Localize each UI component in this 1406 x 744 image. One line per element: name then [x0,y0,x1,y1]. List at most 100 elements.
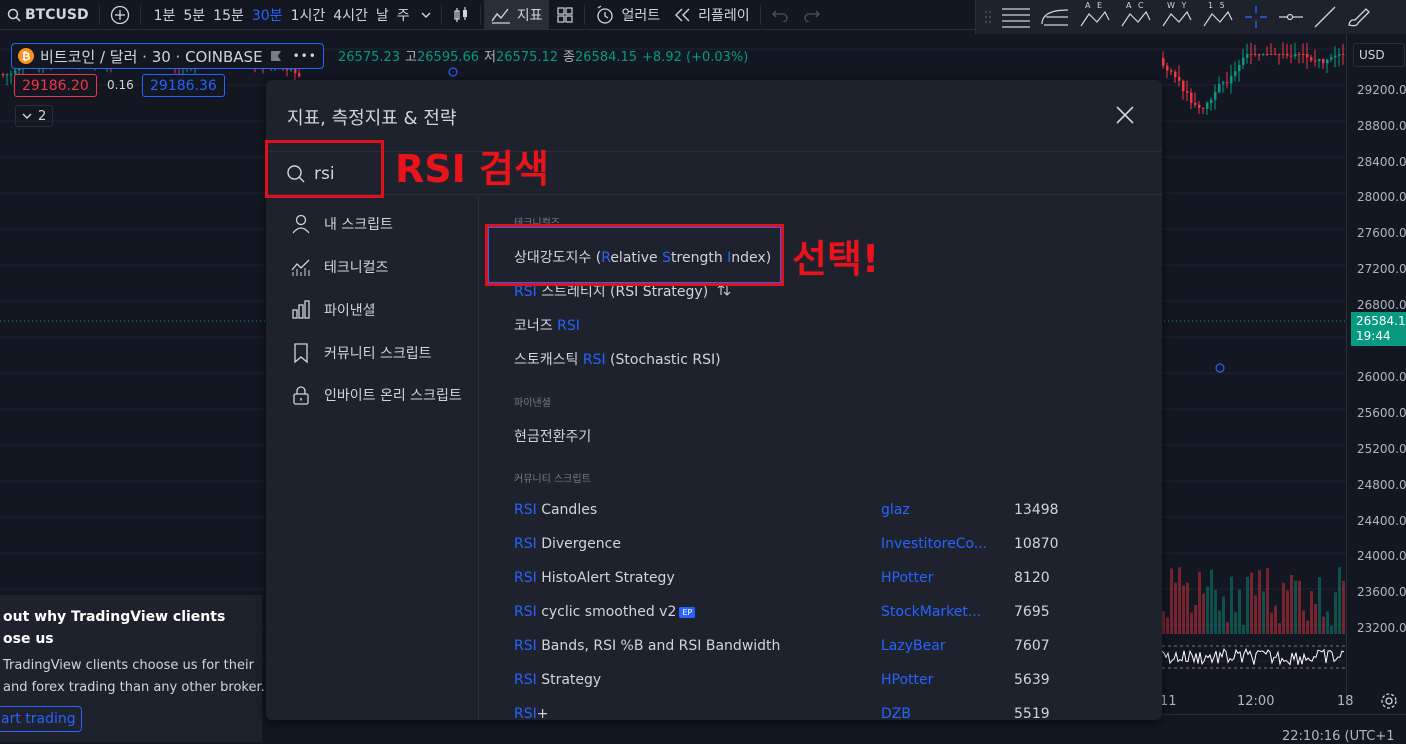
drag-handle-icon[interactable] [984,10,992,24]
pattern-tool-letters: A E [1085,1,1105,10]
more-icon[interactable]: ••• [293,49,317,63]
volume-bar [1262,591,1265,634]
nav-community-scripts[interactable]: 커뮤니티 스크립트 [290,341,432,365]
chart-type-button[interactable] [445,0,477,30]
result-stochastic-rsi[interactable]: 스토캐스틱 RSI (Stochastic RSI) [514,349,721,369]
replay-button[interactable]: 리플레이 [667,0,757,30]
divider [440,4,442,25]
layouts-button[interactable] [549,0,581,30]
pattern-tool-4[interactable]: 1 5 [1202,1,1234,30]
fib-channel-icon[interactable] [1040,6,1070,28]
search-annotation: RSI 검색 [395,147,549,191]
indicators-button[interactable]: 지표 [483,0,550,30]
brush-icon[interactable] [1346,6,1372,28]
pattern-tool-3[interactable]: W Y [1161,1,1193,30]
author-link[interactable]: glaz [881,502,910,518]
symbol-search-button[interactable]: BTCUSD [0,0,96,30]
pattern-tool-1[interactable]: A E [1079,1,1111,30]
volume-bar [1258,570,1261,634]
usage-count: 10870 [1014,536,1059,552]
highlight: RSI [514,638,537,654]
section-financials: 파이낸셜 [514,398,551,409]
fib-retracement-icon[interactable] [1001,6,1031,28]
timeframe-6[interactable]: 날 [372,0,393,30]
ohlc-value: 26575.23 [338,50,401,65]
nav-technicals[interactable]: 테크니컬즈 [290,255,388,279]
redo-button[interactable] [796,0,828,30]
indicator-collapse-button[interactable]: 2 [15,105,54,127]
author-link[interactable]: LazyBear [881,638,946,654]
author-link[interactable]: HPotter [881,570,933,586]
settings-gear-icon[interactable] [1380,692,1398,710]
volume-bar [1226,621,1229,634]
timeframe-dropdown[interactable] [414,0,438,30]
result-connors-rsi[interactable]: 코너즈 RSI [514,315,580,335]
undo-button[interactable] [764,0,796,30]
result-cash-conversion-cycle[interactable]: 현금전환주기 [514,426,591,446]
highlight: RSI [582,352,606,368]
timeframe-3[interactable]: 30분 [248,0,287,30]
result-name[interactable]: RSI+ [514,706,548,720]
timeframe-4[interactable]: 1시간 [287,0,330,30]
promo-title: out why TradingView clients [3,609,226,625]
candle-body [1298,54,1301,55]
volume-bar [1162,611,1165,634]
flag-icon[interactable] [269,49,283,63]
time-axis[interactable]: 11 12:00 18 [1160,692,1354,714]
price-tick: 23200.00 [1357,621,1406,635]
volume-bar [1182,585,1185,634]
timeframe-7[interactable]: 주 [393,0,414,30]
price-axis[interactable]: USD 29200.00 28800.00 28400.00 28000.00 2760… [1346,34,1406,709]
divider [584,4,586,25]
nav-invite-only-scripts[interactable]: 인바이트 온리 스크립트 [290,383,462,407]
bar-chart-icon [292,300,310,319]
trend-line-icon[interactable] [1313,5,1337,29]
result-name[interactable]: RSI Strategy [514,672,601,688]
candle-body [1338,54,1341,56]
ohlc-key: 저 [484,50,496,65]
chevron-down-icon [421,12,431,18]
volume-bar [1190,612,1193,634]
timeframe-2[interactable]: 15분 [209,0,248,30]
usage-count: 8120 [1014,570,1050,586]
nav-my-scripts[interactable]: 내 스크립트 [290,212,393,236]
horizontal-ray-icon[interactable] [1278,10,1304,24]
start-trading-button[interactable]: art trading [0,706,82,732]
close-icon[interactable] [1114,104,1136,126]
result-name[interactable]: RSI Divergence [514,536,621,552]
volume-bar [1246,576,1249,634]
author-link[interactable]: StockMarket... [881,604,981,620]
indicators-label: 지표 [516,7,543,24]
buy-price-button[interactable]: 29186.36 [142,74,225,97]
symbol-legend[interactable]: ₿ 비트코인 / 달러 · 30 · COINBASE ••• [11,43,324,69]
nav-financials[interactable]: 파이낸셜 [290,298,376,322]
pattern-tool-2[interactable]: A C [1120,1,1152,30]
currency-selector[interactable]: USD [1353,43,1405,67]
result-name: 현금전환주기 [514,429,592,445]
section-community: 커뮤니티 스크립트 [514,474,591,485]
promo-body-cont: and forex trading than any other broker. [3,680,265,695]
replay-label: 리플레이 [698,7,750,24]
author-link[interactable]: InvestitoreCo... [881,536,987,552]
alert-button[interactable]: 얼러트 [588,0,667,30]
sell-price-button[interactable]: 29186.20 [14,74,97,97]
currency-label: USD [1359,48,1385,62]
author-link[interactable]: HPotter [881,672,933,688]
promo-title-cont: ose us [3,631,54,647]
result-name[interactable]: RSI Candles [514,502,597,518]
timeframe-1[interactable]: 5분 [179,0,209,30]
volume-bar [1326,611,1329,634]
volume-bar [1186,582,1189,634]
dialog-title: 지표, 측정지표 & 전략 [287,108,457,129]
result-name[interactable]: RSI HistoAlert Strategy [514,570,675,586]
highlight: RSI [514,536,537,552]
compare-button[interactable] [103,0,137,30]
timeframe-5[interactable]: 4시간 [329,0,372,30]
result-name[interactable]: RSI cyclic smoothed v2 EP [514,604,696,620]
wave-pattern-icon [1162,10,1192,27]
collapse-count: 2 [38,108,47,124]
author-link[interactable]: DZB [881,706,911,720]
crosshair-icon[interactable] [1243,4,1269,30]
result-name[interactable]: RSI Bands, RSI %B and RSI Bandwidth [514,638,780,654]
timeframe-0[interactable]: 1분 [150,0,180,30]
